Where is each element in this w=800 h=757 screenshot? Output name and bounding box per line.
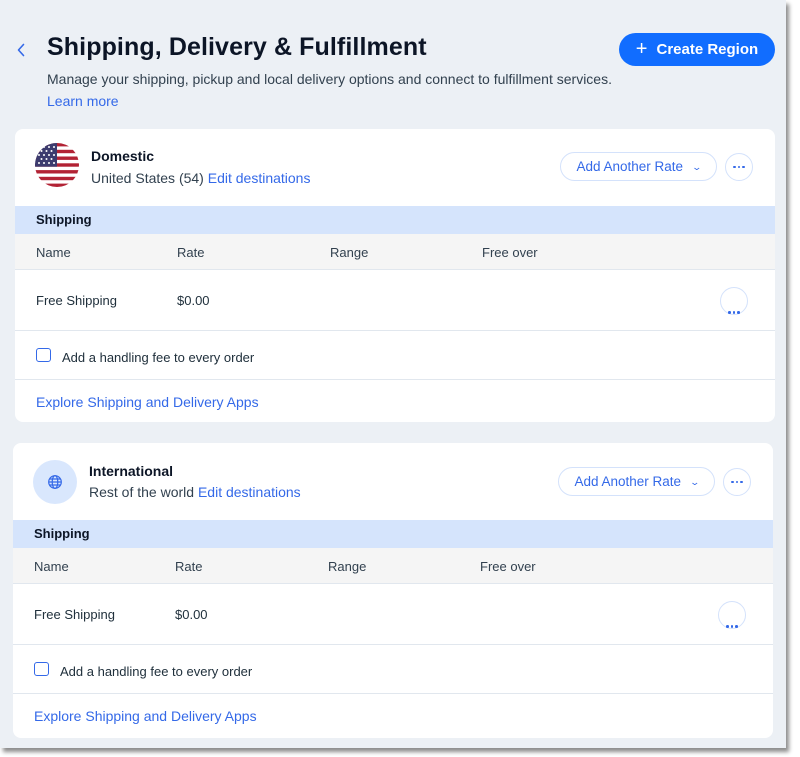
table-header: Name Rate Range Free over — [15, 234, 775, 270]
table-row[interactable]: Free Shipping $0.00 — [15, 270, 775, 331]
handling-fee-label[interactable]: Add a handling fee to every order — [60, 664, 252, 679]
rate-more-actions-button[interactable] — [720, 287, 748, 315]
chevron-left-icon — [17, 43, 25, 57]
column-header-name: Name — [34, 559, 69, 574]
destinations-text: United States (54) — [91, 170, 204, 186]
destinations-text: Rest of the world — [89, 484, 195, 500]
explore-apps-link[interactable]: Explore Shipping and Delivery Apps — [36, 394, 259, 410]
section-title: Shipping — [15, 206, 775, 234]
rate-name: Free Shipping — [36, 293, 117, 308]
region-header: International Rest of the world Edit des… — [13, 443, 773, 520]
region-card-domestic: Domestic United States (54) Edit destina… — [15, 129, 775, 422]
learn-more-link[interactable]: Learn more — [47, 93, 119, 109]
edit-destinations-link[interactable]: Edit destinations — [208, 170, 311, 186]
region-more-actions-button[interactable] — [723, 468, 751, 496]
region-name: Domestic — [91, 148, 155, 164]
column-header-rate: Rate — [175, 559, 203, 574]
apps-row: Explore Shipping and Delivery Apps — [13, 694, 773, 736]
more-icon — [728, 311, 740, 314]
rate-value: $0.00 — [175, 607, 208, 622]
chevron-down-icon: ⌄ — [689, 476, 701, 487]
chevron-down-icon: ⌄ — [691, 161, 703, 172]
plus-icon: + — [635, 37, 648, 60]
add-another-rate-label: Add Another Rate — [576, 159, 684, 174]
create-region-button[interactable]: + Create Region — [619, 33, 775, 66]
explore-apps-link[interactable]: Explore Shipping and Delivery Apps — [34, 708, 257, 724]
region-destinations: United States (54) Edit destinations — [91, 170, 310, 186]
region-destinations: Rest of the world Edit destinations — [89, 484, 301, 500]
page-title: Shipping, Delivery & Fulfillment — [47, 33, 427, 61]
add-another-rate-button[interactable]: Add Another Rate ⌄ — [560, 152, 717, 181]
column-header-range: Range — [330, 245, 369, 260]
back-button[interactable] — [12, 40, 30, 60]
create-region-label: Create Region — [656, 41, 759, 58]
column-header-free-over: Free over — [480, 559, 536, 574]
more-icon — [726, 625, 738, 628]
handling-fee-checkbox[interactable] — [34, 662, 49, 676]
column-header-rate: Rate — [177, 245, 205, 260]
rate-value: $0.00 — [177, 293, 210, 308]
add-another-rate-label: Add Another Rate — [574, 474, 682, 489]
handling-fee-row: Add a handling fee to every order — [15, 331, 775, 380]
column-header-name: Name — [36, 245, 71, 260]
rate-name: Free Shipping — [34, 607, 115, 622]
more-icon — [731, 480, 743, 484]
handling-fee-checkbox[interactable] — [36, 348, 51, 362]
table-row[interactable]: Free Shipping $0.00 — [13, 584, 773, 645]
region-card-international: International Rest of the world Edit des… — [13, 443, 773, 738]
handling-fee-label[interactable]: Add a handling fee to every order — [62, 350, 254, 365]
page-description: Manage your shipping, pickup and local d… — [47, 68, 617, 112]
column-header-range: Range — [328, 559, 367, 574]
globe-icon — [33, 460, 77, 504]
table-header: Name Rate Range Free over — [13, 548, 773, 584]
more-icon — [733, 165, 745, 169]
region-name: International — [89, 463, 174, 479]
rate-more-actions-button[interactable] — [718, 601, 746, 629]
region-more-actions-button[interactable] — [725, 153, 753, 181]
apps-row: Explore Shipping and Delivery Apps — [15, 380, 775, 422]
add-another-rate-button[interactable]: Add Another Rate ⌄ — [558, 467, 715, 496]
page: Shipping, Delivery & Fulfillment Manage … — [0, 0, 786, 748]
handling-fee-row: Add a handling fee to every order — [13, 645, 773, 694]
page-description-text: Manage your shipping, pickup and local d… — [47, 71, 612, 87]
us-flag-icon — [35, 143, 79, 187]
column-header-free-over: Free over — [482, 245, 538, 260]
section-title: Shipping — [13, 520, 773, 548]
edit-destinations-link[interactable]: Edit destinations — [198, 484, 301, 500]
region-header: Domestic United States (54) Edit destina… — [15, 129, 775, 206]
